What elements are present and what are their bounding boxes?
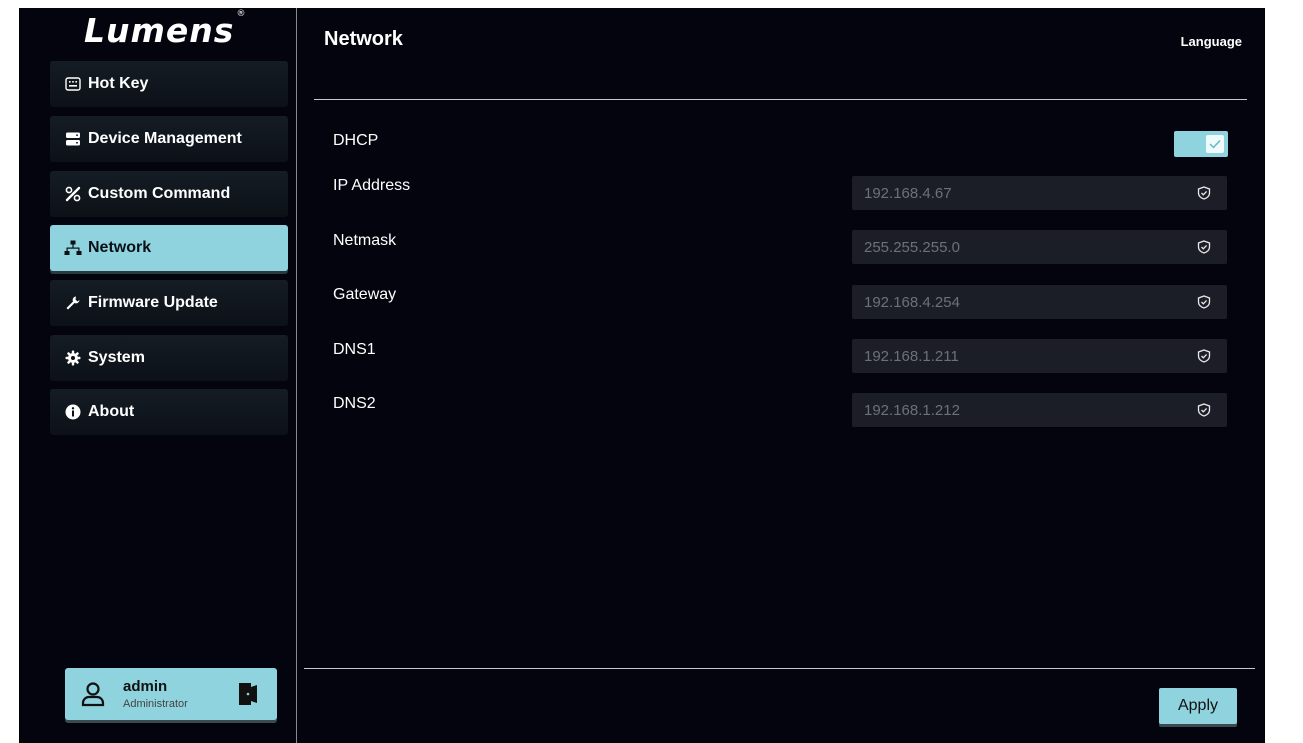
ip-address-label: IP Address	[333, 177, 411, 194]
sidebar-divider	[296, 8, 297, 743]
dhcp-toggle[interactable]	[1174, 131, 1228, 157]
sidebar-item-label: System	[88, 349, 145, 366]
brand-logo-text: Lumens	[84, 11, 235, 50]
shield-check-icon	[1197, 240, 1211, 254]
brand-logo: Lumens ®	[84, 8, 284, 53]
tools-icon	[64, 185, 82, 203]
shield-check-icon	[1197, 403, 1211, 417]
user-role: Administrator	[123, 698, 188, 710]
network-icon	[64, 239, 82, 257]
header-divider	[314, 99, 1247, 100]
dns1-input[interactable]	[862, 346, 1186, 366]
dhcp-label: DHCP	[333, 132, 379, 149]
gateway-input[interactable]	[862, 292, 1186, 312]
dns1-field[interactable]	[852, 339, 1227, 373]
dns2-input[interactable]	[862, 400, 1186, 420]
gear-icon	[64, 349, 82, 367]
sidebar-item-label: Hot Key	[88, 75, 149, 92]
frame-border-right	[1264, 8, 1265, 743]
ip-address-input[interactable]	[862, 183, 1186, 203]
sidebar-item-label: Custom Command	[88, 185, 231, 202]
sidebar-item-about[interactable]: About	[50, 389, 288, 435]
user-name: admin	[123, 678, 168, 695]
sidebar-item-label: About	[88, 403, 135, 420]
logout-icon[interactable]	[237, 682, 259, 706]
sidebar-item-label: Firmware Update	[88, 294, 218, 311]
server-icon	[64, 130, 82, 148]
user-icon	[79, 680, 107, 708]
sidebar-item-firmware-update[interactable]: Firmware Update	[50, 280, 288, 326]
dns2-field[interactable]	[852, 393, 1227, 427]
dns1-label: DNS1	[333, 341, 376, 358]
sidebar-item-label: Device Management	[88, 130, 242, 147]
checkmark-icon	[1206, 135, 1224, 153]
sidebar: Lumens ® Hot Key Device Management Custom…	[20, 8, 296, 743]
sidebar-item-system[interactable]: System	[50, 335, 288, 381]
netmask-field[interactable]	[852, 230, 1227, 264]
sidebar-item-hot-key[interactable]: Hot Key	[50, 61, 288, 107]
gateway-field[interactable]	[852, 285, 1227, 319]
dns2-label: DNS2	[333, 395, 376, 412]
sidebar-item-device-management[interactable]: Device Management	[50, 116, 288, 162]
app-window: Lumens ® Hot Key Device Management Custom…	[20, 8, 1264, 743]
user-card: admin Administrator	[65, 668, 277, 720]
registered-mark: ®	[236, 9, 247, 19]
netmask-input[interactable]	[862, 237, 1186, 257]
footer-divider	[304, 668, 1255, 669]
sidebar-item-label: Network	[88, 239, 152, 256]
shield-check-icon	[1197, 295, 1211, 309]
shield-check-icon	[1197, 186, 1211, 200]
info-icon	[64, 403, 82, 421]
keyboard-icon	[64, 75, 82, 93]
wrench-icon	[64, 294, 82, 312]
ip-address-field[interactable]	[852, 176, 1227, 210]
language-menu[interactable]: Language	[1181, 34, 1242, 49]
page-title: Network	[324, 28, 403, 50]
sidebar-item-custom-command[interactable]: Custom Command	[50, 171, 288, 217]
sidebar-item-network[interactable]: Network	[50, 225, 288, 271]
netmask-label: Netmask	[333, 232, 397, 249]
gateway-label: Gateway	[333, 286, 397, 303]
shield-check-icon	[1197, 349, 1211, 363]
apply-button[interactable]: Apply	[1159, 688, 1237, 724]
